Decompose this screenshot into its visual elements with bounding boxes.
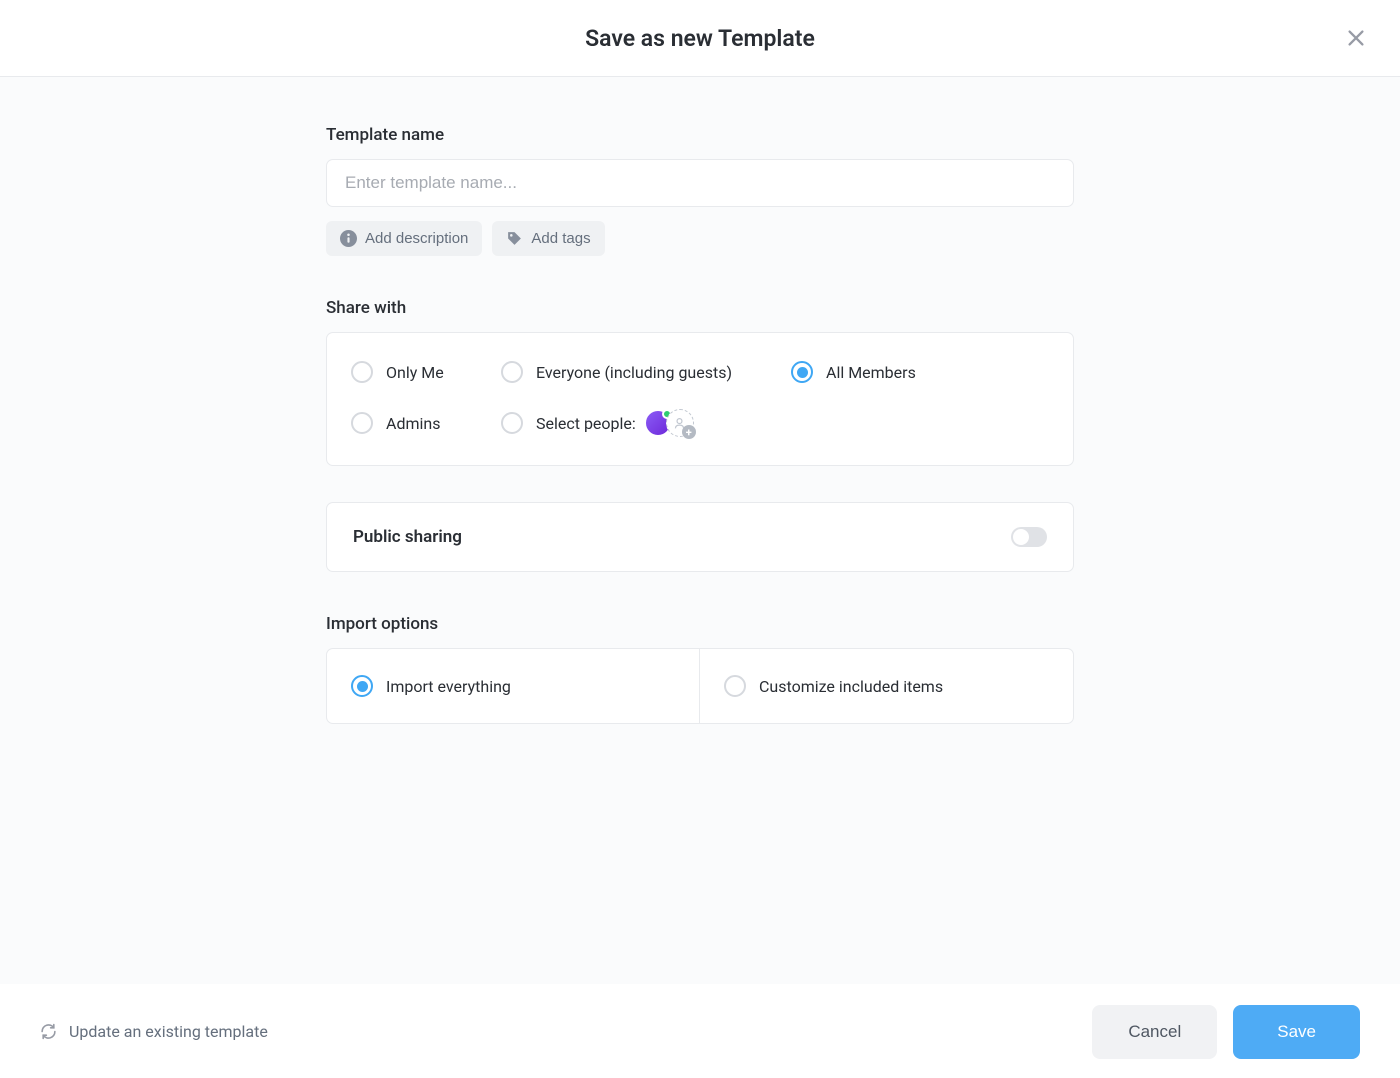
chip-row: Add description Add tags <box>326 221 1074 256</box>
update-existing-label: Update an existing template <box>69 1022 268 1041</box>
radio-everyone[interactable]: Everyone (including guests) <box>501 361 791 383</box>
radio-label-import-everything: Import everything <box>386 677 511 696</box>
tag-icon <box>506 230 523 247</box>
footer-actions: Cancel Save <box>1092 1005 1360 1059</box>
plus-icon: + <box>682 425 696 439</box>
modal-body: Template name Add description <box>0 77 1400 984</box>
radio-all-members[interactable]: All Members <box>791 361 1049 383</box>
add-tags-label: Add tags <box>531 230 590 247</box>
radio-circle <box>351 412 373 434</box>
radio-label-all-members: All Members <box>826 363 916 382</box>
radio-circle-selected <box>791 361 813 383</box>
public-sharing-card: Public sharing <box>326 502 1074 572</box>
import-options-section: Import options Import everything Customi… <box>326 614 1074 724</box>
add-description-label: Add description <box>365 230 468 247</box>
share-with-label: Share with <box>326 298 1074 318</box>
avatar-stack: + <box>644 409 694 437</box>
radio-label-everyone: Everyone (including guests) <box>536 363 732 382</box>
radio-label-only-me: Only Me <box>386 363 444 382</box>
radio-customize-items[interactable]: Customize included items <box>700 649 1073 723</box>
refresh-icon <box>40 1023 57 1040</box>
radio-dot <box>357 681 368 692</box>
share-with-card: Only Me Everyone (including guests) <box>326 332 1074 466</box>
save-template-modal: Save as new Template Template name <box>0 0 1400 1078</box>
add-tags-button[interactable]: Add tags <box>492 221 604 256</box>
radio-only-me[interactable]: Only Me <box>351 361 501 383</box>
radio-dot <box>797 367 808 378</box>
import-options-card: Import everything Customize included ite… <box>326 648 1074 724</box>
close-icon <box>1345 27 1367 49</box>
template-name-section: Template name Add description <box>326 125 1074 256</box>
select-people-wrapper: Select people: <box>501 409 791 437</box>
template-name-label: Template name <box>326 125 1074 145</box>
radio-label-select-people: Select people: <box>536 414 636 433</box>
close-button[interactable] <box>1340 22 1372 54</box>
modal-header: Save as new Template <box>0 0 1400 77</box>
add-people-button[interactable]: + <box>666 409 694 437</box>
radio-import-everything[interactable]: Import everything <box>327 649 700 723</box>
public-sharing-toggle[interactable] <box>1011 527 1047 547</box>
radio-circle <box>501 412 523 434</box>
modal-title: Save as new Template <box>585 25 815 52</box>
radio-admins[interactable]: Admins <box>351 412 501 434</box>
radio-circle <box>501 361 523 383</box>
radio-select-people[interactable]: Select people: <box>501 412 636 434</box>
update-existing-link[interactable]: Update an existing template <box>40 1022 268 1041</box>
add-description-button[interactable]: Add description <box>326 221 482 256</box>
radio-circle <box>351 361 373 383</box>
template-name-input[interactable] <box>326 159 1074 207</box>
share-radio-grid: Only Me Everyone (including guests) <box>351 361 1049 437</box>
share-with-section: Share with Only Me Everyone (including g… <box>326 298 1074 466</box>
modal-footer: Update an existing template Cancel Save <box>0 984 1400 1078</box>
import-options-label: Import options <box>326 614 1074 634</box>
save-button[interactable]: Save <box>1233 1005 1360 1059</box>
content-wrapper: Template name Add description <box>326 125 1074 724</box>
people-group: + <box>644 409 694 437</box>
radio-circle <box>724 675 746 697</box>
info-icon <box>340 230 357 247</box>
radio-circle-selected <box>351 675 373 697</box>
radio-label-customize: Customize included items <box>759 677 943 696</box>
public-sharing-label: Public sharing <box>353 527 462 547</box>
toggle-knob <box>1013 529 1029 545</box>
radio-label-admins: Admins <box>386 414 440 433</box>
cancel-button[interactable]: Cancel <box>1092 1005 1217 1059</box>
